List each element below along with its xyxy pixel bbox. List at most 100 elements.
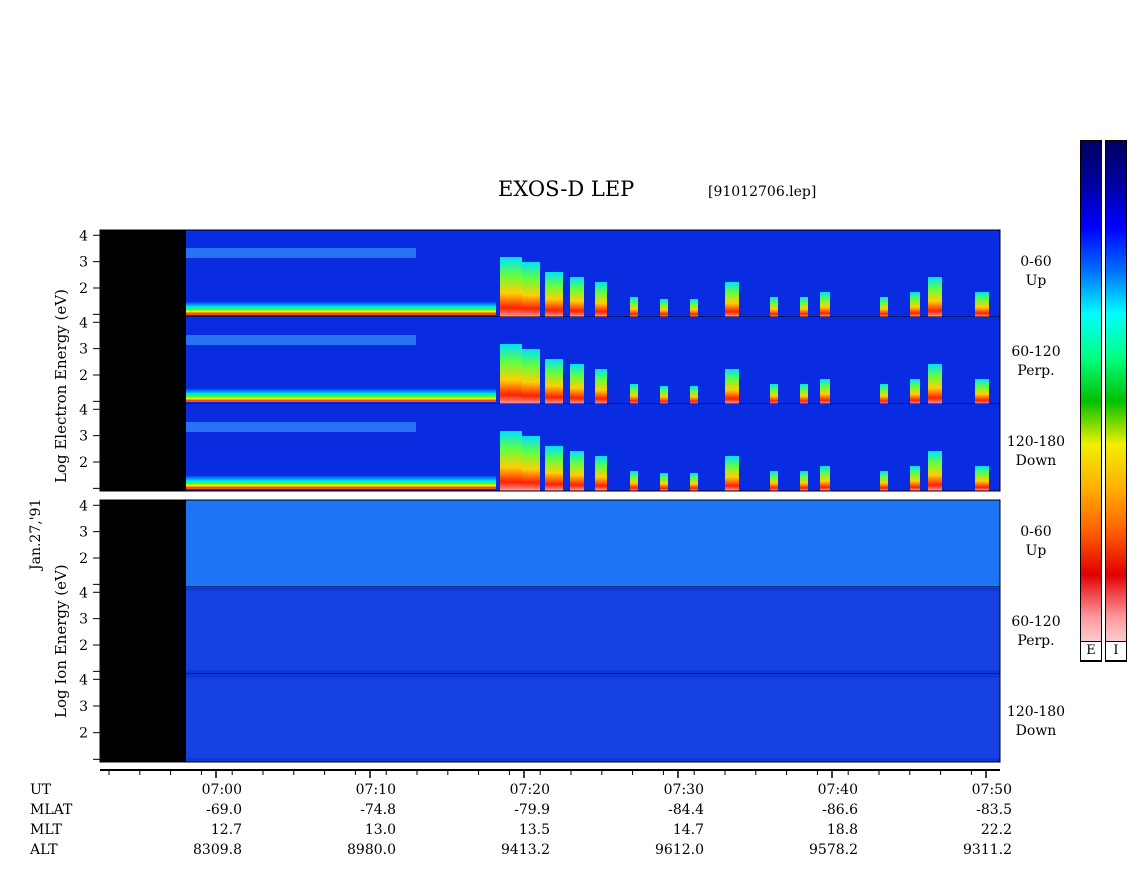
electron-burst: [570, 364, 584, 404]
electron-burst: [928, 364, 942, 404]
electron-burst: [570, 277, 584, 317]
electron-burst: [500, 431, 522, 491]
channel-label: 120-180 Down: [1006, 434, 1066, 469]
y-tick-label: 4: [79, 315, 88, 331]
alt-value: 9612.0: [655, 842, 704, 858]
alt-value: 9311.2: [963, 842, 1012, 858]
electron-burst: [725, 369, 739, 404]
y-tick-label: 4: [79, 585, 88, 601]
electron-burst: [545, 446, 563, 491]
channel-label: 0-60 Up: [1020, 524, 1052, 559]
electron-burst: [630, 384, 638, 404]
electron-burst: [770, 384, 778, 404]
date-label: Jan.27,'91: [28, 498, 44, 570]
electron-band-upper: [186, 335, 416, 345]
electron-burst: [595, 456, 607, 491]
ut_ticks-value: 07:10: [355, 782, 396, 798]
alt-row-label: ALT: [30, 842, 58, 858]
mlt-value: 18.8: [826, 822, 858, 838]
data-gap: [100, 500, 186, 587]
ut_ticks-value: 07:40: [817, 782, 858, 798]
y-tick-label: 3: [79, 612, 88, 628]
mlt-value: 14.7: [672, 822, 704, 838]
ion-noise: [186, 678, 1000, 758]
electron-burst: [690, 386, 698, 404]
mlat-value: -83.5: [976, 802, 1012, 818]
electron-burst: [500, 344, 522, 404]
y-tick-label: 4: [79, 402, 88, 418]
data-gap: [100, 404, 186, 491]
mlat-value: -79.9: [514, 802, 550, 818]
electron-burst: [910, 379, 920, 404]
electron-burst: [500, 257, 522, 317]
spectrogram-plot: 2 3 4 2 3 4 2 3 4 2 3 4 2 3 4 2 3 4: [79, 228, 1001, 778]
ion-axis-label: Log Ion Energy (eV): [52, 564, 70, 718]
electron-burst: [522, 436, 540, 491]
electron-burst: [928, 451, 942, 491]
ion-noise: [186, 591, 1000, 670]
mlat-value: -84.4: [668, 802, 704, 818]
electron-color-scale: [1080, 140, 1102, 662]
electron-band: [186, 388, 496, 402]
electron-burst: [820, 466, 830, 491]
electron-burst: [690, 299, 698, 317]
y-tick-label: 2: [79, 551, 88, 567]
electron-burst: [928, 277, 942, 317]
y-tick-label: 2: [79, 281, 88, 297]
ion-noise: [186, 504, 1000, 583]
electron-burst: [820, 379, 830, 404]
electron-burst: [660, 299, 668, 317]
electron-burst: [570, 451, 584, 491]
electron-band-upper: [186, 248, 416, 258]
mlt-value: 13.5: [518, 822, 550, 838]
ut_ticks-value: 07:30: [663, 782, 704, 798]
electron-burst: [800, 471, 808, 491]
mlt-value: 12.7: [210, 822, 242, 838]
species-separator: [100, 491, 1000, 500]
ut_ticks-value: 07:20: [509, 782, 550, 798]
alt-value: 8980.0: [347, 842, 396, 858]
electron-burst: [660, 386, 668, 404]
electron-burst: [725, 456, 739, 491]
electron-burst: [820, 292, 830, 317]
electron-burst: [522, 349, 540, 404]
y-tick-label: 2: [79, 638, 88, 654]
electron-axis-label: Log Electron Energy (eV): [52, 289, 70, 483]
y-tick-label: 2: [79, 368, 88, 384]
electron-burst: [910, 292, 920, 317]
electron-burst: [975, 292, 989, 317]
electron-burst: [690, 473, 698, 491]
electron-burst: [880, 471, 888, 491]
alt-value: 9578.2: [809, 842, 858, 858]
y-tick-label: 3: [79, 342, 88, 358]
data-gap: [100, 317, 186, 404]
electron-band: [186, 301, 496, 315]
mlat-row-label: MLAT: [30, 802, 73, 818]
ut_ticks-value: 07:50: [971, 782, 1012, 798]
mlat-value: -74.8: [360, 802, 396, 818]
electron-burst: [725, 282, 739, 317]
electron-burst: [630, 297, 638, 317]
data-gap: [100, 230, 186, 317]
electron-burst: [595, 282, 607, 317]
y-tick-label: 4: [79, 498, 88, 514]
y-tick-label: 4: [79, 672, 88, 688]
electron-burst: [975, 379, 989, 404]
electron-burst: [545, 359, 563, 404]
y-tick-label: 2: [79, 726, 88, 742]
electron-burst: [800, 297, 808, 317]
electron-scale-label: E: [1080, 641, 1102, 661]
y-tick-label: 3: [79, 255, 88, 271]
electron-burst: [595, 369, 607, 404]
channel-label: 120-180 Down: [1006, 704, 1066, 739]
electron-burst: [880, 384, 888, 404]
electron-band-upper: [186, 422, 416, 432]
electron-burst: [800, 384, 808, 404]
alt-value: 9413.2: [501, 842, 550, 858]
mlat-value: -86.6: [822, 802, 858, 818]
electron-burst: [770, 471, 778, 491]
electron-burst: [880, 297, 888, 317]
mlt-value: 22.2: [980, 822, 1012, 838]
y-tick-label: 4: [79, 228, 88, 244]
y-tick-label: 2: [79, 455, 88, 471]
